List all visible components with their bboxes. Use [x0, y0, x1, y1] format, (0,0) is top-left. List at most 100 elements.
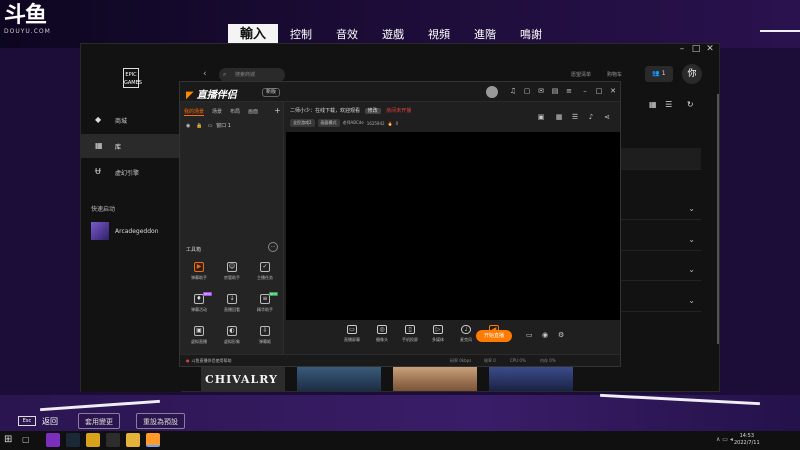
app-icon[interactable] [106, 433, 120, 447]
eye-icon[interactable]: ◉ [186, 123, 190, 129]
filter-row[interactable] [621, 148, 701, 170]
system-tray[interactable]: ∧ ▭ ◂ [716, 436, 733, 443]
gift-icon[interactable]: ▤ [550, 87, 560, 95]
message-icon[interactable]: ✉ [536, 87, 546, 95]
maximize-icon[interactable]: □ [594, 87, 604, 95]
cart-link[interactable]: 购物车 [607, 71, 622, 78]
avatar-icon: ◐ [227, 326, 237, 336]
scene-panel: 我的场景 场景 布局 画面 + ◉ 🔒 ▭ 窗口 1 工具箱 ··· ▶ 弹幕助… [180, 102, 284, 354]
sidebar-item-label: 商城 [115, 117, 128, 125]
tool-label: 弹幕姬 [259, 339, 271, 344]
tool-virtual-live[interactable]: ▣ 虚拟直播 [182, 326, 216, 356]
back-button[interactable]: 返回 [42, 416, 58, 427]
view-toggle[interactable]: ▦ ☰ ↻ [649, 100, 694, 109]
category-chip[interactable]: 全民游戏2 [290, 119, 315, 127]
record-icon[interactable]: ▭ [526, 331, 533, 339]
game-tile[interactable]: CHIVALRY [201, 367, 285, 391]
tool-virtual-avatar[interactable]: ◐ 虚拟形象 [215, 326, 249, 356]
screen-capture-button[interactable]: ▭ 直播屏幕 [336, 325, 368, 343]
esc-key-hint[interactable]: Esc [18, 416, 36, 426]
install-icon: ⇩ [260, 326, 270, 336]
task-view-icon[interactable]: ▢ [22, 435, 30, 444]
source-row[interactable]: ◉ 🔒 ▭ 窗口 1 [186, 122, 231, 129]
clock[interactable]: 14:53 2022/7/11 [734, 433, 760, 447]
avatar[interactable]: 你 [682, 64, 702, 84]
tool-danmaku-assistant[interactable]: ▶ 弹幕助手 [182, 262, 216, 292]
douyu-app-icon[interactable] [146, 433, 160, 447]
sidebar-item-unreal[interactable]: Ʉ 虚幻引擎 [81, 160, 181, 184]
tool-host-task[interactable]: ✓ 主播任务 [248, 262, 282, 292]
friends-button[interactable]: 👥 1 [645, 66, 673, 82]
mode-chip[interactable]: 画面模式 [317, 119, 340, 127]
menu-icon[interactable]: ≡ [564, 87, 574, 95]
game-tile[interactable] [297, 367, 381, 391]
quick-launch-label: 快速启动 [91, 206, 116, 213]
start-stream-button[interactable]: 开始直播 [476, 330, 512, 342]
tool-highlights[interactable]: ≡ NEW 精华助手 [248, 292, 282, 324]
tool-danmaku-activity[interactable]: ♦ NEW 弹幕活动 [182, 292, 216, 324]
sidebar-item-library[interactable]: ▦ 库 [81, 134, 181, 158]
sidebar-item-store[interactable]: ◆ 商城 [81, 108, 181, 132]
tab-scene[interactable]: 场景 [212, 108, 222, 116]
help-link[interactable]: ● 斗鱼直播伴侣使用帮助 [186, 358, 232, 364]
tab-layout[interactable]: 布局 [230, 108, 240, 116]
epic-logo[interactable]: EPIC GAMES [123, 68, 142, 88]
list-view-icon[interactable]: ☰ [665, 100, 672, 109]
app-icon[interactable] [86, 433, 100, 447]
close-icon[interactable]: ✕ [703, 44, 717, 55]
wishlist-link[interactable]: 愿望清单 [571, 71, 591, 78]
toolbox-label: 工具箱 [186, 247, 202, 253]
apply-changes-button[interactable]: 套用變更 [78, 413, 120, 429]
taskbar: ⊞ ▢ ∧ ▭ ◂ 14:53 2022/7/11 [0, 431, 800, 450]
quick-launch-item[interactable]: Arcadegeddon [91, 220, 159, 242]
game-tile[interactable] [393, 367, 477, 391]
steam-icon[interactable] [66, 433, 80, 447]
scrollbar[interactable] [717, 94, 719, 344]
task-list-icon[interactable]: ☰ [570, 113, 580, 121]
tab-canvas[interactable]: 画面 [248, 108, 258, 116]
game-tile-title: CHIVALRY [205, 373, 278, 386]
windows-start-icon[interactable]: ⊞ [4, 434, 12, 445]
chat-icon[interactable]: ▢ [522, 87, 532, 95]
grid-icon: ▦ [95, 141, 103, 150]
filter-row[interactable]: ⌄ [621, 259, 701, 281]
add-scene-icon[interactable]: + [274, 106, 281, 115]
game-thumbnail [91, 222, 109, 240]
refresh-icon[interactable]: ↻ [687, 100, 694, 109]
stream-preview[interactable] [286, 132, 620, 320]
phone-icon: ▯ [405, 325, 415, 334]
eye-icon[interactable]: ◉ [542, 331, 548, 339]
tool-danmaku-girl[interactable]: ⇩ 弹幕姬 [248, 326, 282, 356]
user-avatar[interactable] [486, 86, 498, 98]
close-icon[interactable]: ✕ [608, 87, 618, 95]
back-chevron-icon[interactable]: ‹ [203, 69, 207, 79]
edit-title-button[interactable]: 修改 [364, 108, 381, 114]
game-tile[interactable] [489, 367, 573, 391]
filter-row[interactable]: ⌄ [621, 229, 701, 251]
tool-room-manager[interactable]: ☺ 房管助手 [215, 262, 249, 292]
gift-box-icon[interactable]: ▣ [536, 113, 546, 121]
filter-row[interactable]: ⌄ [621, 290, 701, 312]
settings-gear-icon[interactable]: ⚙ [558, 331, 564, 339]
calendar-icon[interactable]: ▦ [554, 113, 564, 121]
store-search-input[interactable]: 搜索商城 [219, 68, 285, 82]
app-icon[interactable] [46, 433, 60, 447]
minimize-icon[interactable]: – [580, 87, 590, 95]
folder-icon[interactable] [126, 433, 140, 447]
headset-icon[interactable]: ♫ [508, 87, 518, 95]
more-icon[interactable]: ··· [268, 242, 278, 252]
tool-label: 主播任务 [257, 275, 273, 280]
tab-my-scene[interactable]: 我的场景 [184, 108, 205, 116]
bell-icon[interactable]: ♪ [586, 113, 596, 121]
minimize-icon[interactable]: – [675, 44, 689, 55]
lock-icon[interactable]: 🔒 [196, 123, 202, 129]
source-toolbar: ▭ 直播屏幕 ◎ 摄像头 ▯ 手机投屏 ▷ 多媒体 ♩ 麦克风 ◀ 扬声器 ▭ … [286, 322, 620, 350]
tool-replay[interactable]: ↓ 直播回看 [215, 294, 249, 324]
reset-defaults-button[interactable]: 重設為預設 [136, 413, 185, 429]
monitor-icon: ▭ [347, 325, 357, 334]
grid-view-icon[interactable]: ▦ [649, 100, 657, 109]
filter-row[interactable]: ⌄ [621, 198, 701, 220]
button-label: 直播屏幕 [344, 337, 360, 342]
maximize-icon[interactable]: □ [689, 44, 703, 55]
share-icon[interactable]: ⋖ [602, 113, 612, 121]
